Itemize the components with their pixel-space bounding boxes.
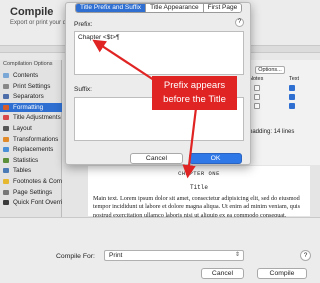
sidebar-header: Compilation Options xyxy=(3,61,53,67)
callout-line-2: before the Title xyxy=(163,94,226,105)
page-settings-icon xyxy=(3,189,9,195)
text-checkbox[interactable] xyxy=(289,103,295,109)
tables-icon xyxy=(3,168,9,174)
notes-checkbox[interactable] xyxy=(254,103,260,109)
dialog-cancel-button[interactable]: Cancel xyxy=(130,153,183,164)
compile-button[interactable]: Compile xyxy=(257,268,307,279)
sidebar-item-label: Transformations xyxy=(13,135,59,143)
chevron-updown-icon: ⇕ xyxy=(234,252,240,258)
sidebar-item-label: Tables xyxy=(13,167,32,175)
separators-icon xyxy=(3,94,9,100)
sidebar-item-label: Print Settings xyxy=(13,82,51,90)
transform-icon xyxy=(3,136,9,142)
compile-for-label: Compile For: xyxy=(56,253,95,260)
contents-icon xyxy=(3,73,9,78)
dialog-ok-button[interactable]: OK xyxy=(189,153,242,164)
prefix-label: Prefix: xyxy=(74,21,93,28)
options-button[interactable]: Options... xyxy=(255,66,285,74)
dialog-tabs: Title Prefix and Suffix Title Appearance… xyxy=(75,3,243,13)
print-icon xyxy=(3,83,9,89)
stats-icon xyxy=(3,157,9,163)
sidebar-item-label: Page Settings xyxy=(13,188,53,196)
sidebar-item-label: Statistics xyxy=(13,156,39,164)
suffix-label: Suffix: xyxy=(74,86,92,93)
sidebar-item-label: Replacements xyxy=(13,146,54,154)
sidebar-item-label: Layout xyxy=(13,125,32,132)
cancel-compile-button[interactable]: Cancel xyxy=(201,268,244,279)
replace-icon xyxy=(3,147,9,153)
sidebar-item-label: Separators xyxy=(13,93,44,101)
font-override-icon xyxy=(3,200,9,206)
sidebar-item-label: Contents xyxy=(13,72,39,79)
notes-checkbox[interactable] xyxy=(254,94,260,100)
prefix-field-value: Chapter <$t>¶ xyxy=(78,34,120,41)
text-column-header: Text xyxy=(289,76,300,82)
preview-title-heading: Title xyxy=(189,184,208,191)
dialog-help-button[interactable]: ? xyxy=(235,18,244,27)
footnotes-icon xyxy=(3,179,9,184)
callout-line-1: Prefix appears xyxy=(163,80,226,91)
window-title: Compile xyxy=(10,6,54,18)
tab-title-prefix-suffix[interactable]: Title Prefix and Suffix xyxy=(76,4,147,12)
layout-icon xyxy=(3,126,9,131)
compile-for-value: Print xyxy=(109,252,123,259)
notes-column-header: Notes xyxy=(249,76,264,82)
sidebar-item-label: Formatting xyxy=(13,103,44,111)
help-button[interactable]: ? xyxy=(300,250,311,261)
tab-title-appearance[interactable]: Title Appearance xyxy=(146,4,204,12)
notes-checkbox[interactable] xyxy=(254,85,260,91)
title-adjust-icon xyxy=(3,115,9,121)
padding-label: e padding: 14 lines xyxy=(244,129,295,135)
text-checkbox[interactable] xyxy=(289,85,295,91)
sidebar-item-label: Title Adjustments xyxy=(13,114,61,122)
preview-chapter-heading: CHAPTER ONE xyxy=(178,170,220,177)
text-checkbox[interactable] xyxy=(289,94,295,100)
sidebar-item[interactable]: Formatting xyxy=(0,102,62,112)
compile-for-select[interactable]: Print ⇕ xyxy=(104,250,244,261)
formatting-icon xyxy=(3,104,9,110)
sidebar-item-label: Quick Font Override xyxy=(13,199,70,207)
annotation-callout: Prefix appears before the Title xyxy=(152,76,237,110)
tab-first-page[interactable]: First Page xyxy=(203,4,242,12)
